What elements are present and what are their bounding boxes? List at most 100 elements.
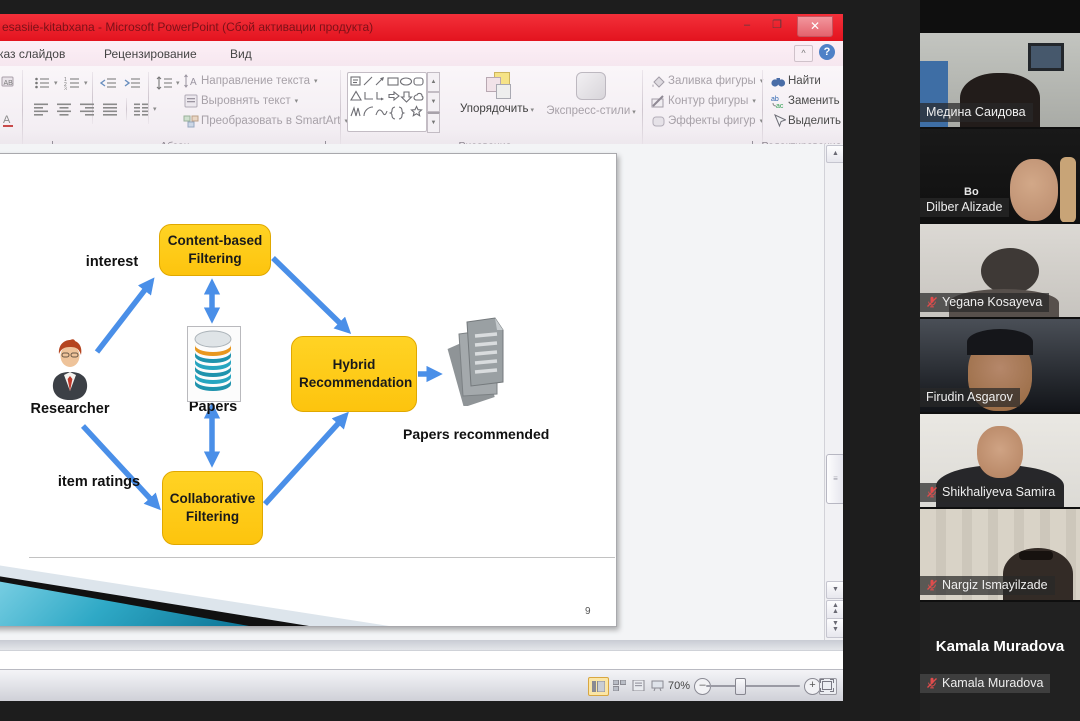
shape-outline-label: Контур фигуры [668,95,748,107]
notes-pane[interactable] [0,650,843,671]
shape-effects-icon [650,113,666,129]
help-button[interactable]: ? [819,44,835,60]
participant-display-name: Kamala Muradova [920,638,1080,655]
shapes-scroll-down-button[interactable]: ▼ [427,92,440,112]
replace-button[interactable]: abac Заменить [770,92,843,110]
shape-effects-label: Эффекты фигур [668,115,756,127]
align-left-button[interactable] [32,100,51,118]
fit-slide-to-window-button[interactable] [819,678,837,695]
restore-button[interactable]: ❐ [763,16,791,35]
minimize-button[interactable]: – [733,16,761,35]
svg-text:A: A [3,114,11,126]
shapes-gallery[interactable] [347,72,427,132]
participant-tile-active-speaker[interactable]: Firudin Asgarov [920,319,1080,412]
align-text-icon [183,93,199,109]
clear-formatting-icon[interactable]: AB [1,74,17,90]
tab-slideshow[interactable]: каз слайдов [0,44,77,65]
select-button[interactable]: Выделить [770,112,843,130]
participants-sidebar: Медина Саидова Bo Dilber Alizade Yeganə … [920,0,1080,721]
select-label: Выделить [788,115,841,127]
find-binoculars-icon [770,73,786,89]
reading-view-button[interactable] [629,677,648,694]
font-color-icon[interactable]: A [1,112,17,128]
find-label: Найти [788,75,821,87]
align-text-button[interactable]: Выровнять текст [183,92,298,110]
shapes-gallery-icons [348,73,424,129]
participant-tile[interactable]: Kamala Muradova Kamala Muradova [920,602,1080,721]
scrollbar-thumb[interactable] [826,454,843,504]
title-bar[interactable]: esasiie-kitabxana - Microsoft PowerPoint… [0,14,843,41]
participant-tile[interactable]: Yeganə Kosayeva [920,224,1080,317]
quick-styles-label: Экспресс-стили [545,105,637,117]
svg-text:ab: ab [771,96,779,103]
bullets-button[interactable] [32,74,60,92]
participant-tile[interactable]: Nargiz Ismayilzade [920,509,1080,600]
slideshow-view-button[interactable] [648,677,667,694]
collapse-ribbon-button[interactable]: ^ [794,45,813,62]
find-button[interactable]: Найти [770,72,821,90]
shape-fill-label: Заливка фигуры [668,75,756,87]
participant-tile[interactable]: Shikhaliyeva Samira [920,414,1080,507]
participant-tile[interactable]: Медина Саидова [920,33,1080,127]
text-direction-button[interactable]: A Направление текста [183,72,318,90]
muted-mic-icon [926,677,938,689]
participant-tile[interactable]: Bo Dilber Alizade [920,129,1080,222]
text-direction-label: Направление текста [201,75,310,87]
content-based-filtering-box[interactable]: Content-based Filtering [159,224,271,276]
shape-effects-button[interactable]: Эффекты фигур [650,112,763,130]
slide-sorter-view-button[interactable] [610,677,629,694]
zoom-level: 70% [668,680,690,692]
convert-smartart-label: Преобразовать в SmartArt [201,115,341,127]
decrease-indent-button[interactable] [98,74,119,92]
arrange-label: Упорядочить [455,103,539,115]
vertical-scrollbar[interactable]: ▲ ▼ ▲▲ ▼▼ [824,144,843,640]
researcher-person-icon[interactable] [43,338,97,402]
previous-slide-button[interactable]: ▲▲ [826,600,843,620]
close-button[interactable]: ✕ [797,16,833,37]
papers-stack-icon[interactable] [445,316,509,406]
participant-name-label: Медина Саидова [920,103,1033,122]
powerpoint-window: esasiie-kitabxana - Microsoft PowerPoint… [0,14,843,701]
zoom-slider-track[interactable] [706,685,800,687]
hybrid-recommendation-box[interactable]: Hybrid Recommendation [291,336,417,412]
collaborative-filtering-box[interactable]: Collaborative Filtering [162,471,263,545]
text-direction-icon: A [183,73,199,89]
align-right-button[interactable] [78,100,97,118]
status-bar: 70% – + [0,669,843,701]
scroll-down-button[interactable]: ▼ [826,581,843,599]
normal-view-button[interactable] [588,677,609,696]
muted-mic-icon [926,296,938,308]
line-spacing-button[interactable] [154,74,182,92]
columns-button[interactable] [132,100,159,118]
shape-fill-button[interactable]: Заливка фигуры [650,72,763,90]
participant-name-label: Dilber Alizade [920,198,1009,217]
align-center-button[interactable] [55,100,74,118]
replace-icon: abac [770,93,786,109]
justify-button[interactable] [101,100,120,118]
quick-styles-button[interactable]: Экспресс-стили [545,72,637,117]
arrange-icon [484,72,510,98]
shape-outline-button[interactable]: Контур фигуры [650,92,756,110]
content-based-filtering-label: Content-based Filtering [167,232,263,268]
slide-editing-pane[interactable]: Content-based Filtering Hybrid Recommend… [0,144,843,640]
shapes-more-button[interactable]: ▼ [427,112,440,133]
slide-page-number: 9 [585,606,591,617]
shape-fill-icon [650,73,666,89]
notes-splitter[interactable] [0,640,843,650]
tab-review[interactable]: Рецензирование [92,44,209,65]
muted-mic-icon [926,579,938,591]
increase-indent-button[interactable] [122,74,143,92]
arrange-button[interactable]: Упорядочить [455,72,539,115]
scroll-up-button[interactable]: ▲ [826,145,843,163]
replace-label: Заменить [788,95,840,107]
numbering-button[interactable]: 123 [62,74,90,92]
shapes-scroll-up-button[interactable]: ▲ [427,72,440,92]
convert-smartart-button[interactable]: Преобразовать в SmartArt [183,112,348,130]
zoom-slider-thumb[interactable] [735,678,746,695]
tab-view[interactable]: Вид [218,44,264,65]
item-ratings-label: item ratings [49,474,149,490]
next-slide-button[interactable]: ▼▼ [826,618,843,638]
align-text-label: Выровнять текст [201,95,291,107]
papers-database-icon[interactable] [187,326,241,402]
slide-canvas[interactable]: Content-based Filtering Hybrid Recommend… [0,153,617,627]
